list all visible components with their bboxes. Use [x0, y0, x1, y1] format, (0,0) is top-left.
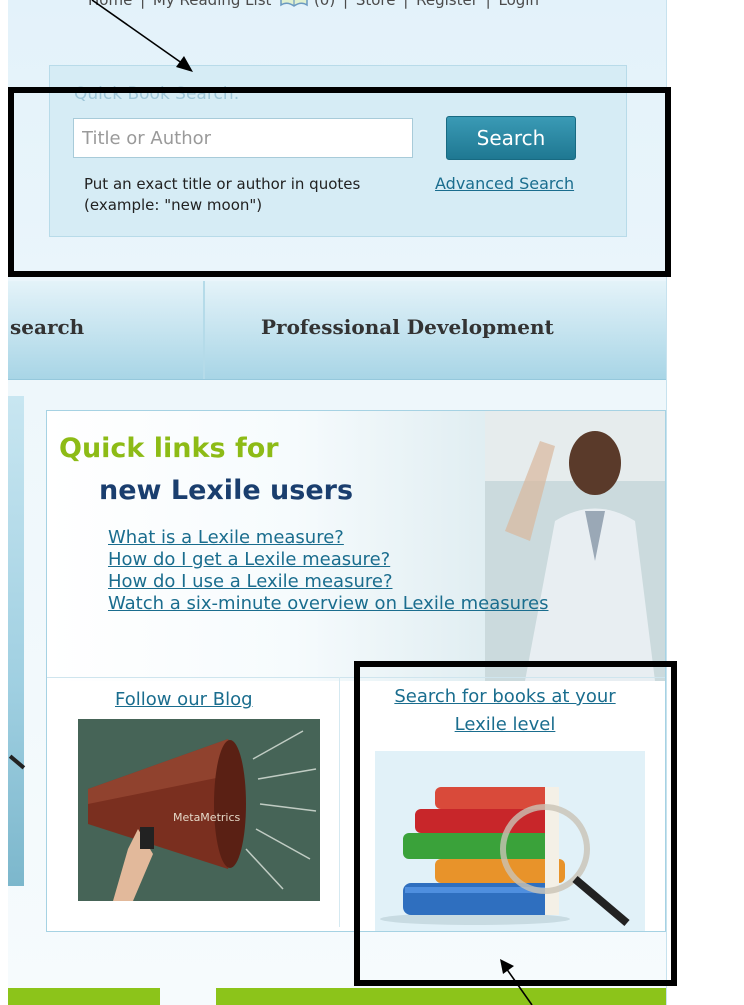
quick-links-title: Quick links for — [59, 433, 279, 464]
tab-research[interactable]: search — [10, 315, 84, 339]
megaphone-icon: MetaMetrics — [78, 719, 320, 901]
bottom-green-tab[interactable] — [216, 988, 666, 1005]
top-nav: Home | My Reading List (0) | Store | Reg… — [88, 0, 648, 13]
nav-separator: | — [140, 0, 146, 9]
nav-separator: | — [403, 0, 409, 9]
nav-reading-list-link[interactable]: My Reading List — [153, 0, 271, 9]
tab-bar: search Professional Development — [8, 281, 666, 380]
link-overview-video[interactable]: Watch a six-minute overview on Lexile me… — [108, 593, 549, 615]
nav-separator: | — [485, 0, 491, 9]
follow-blog-link[interactable]: Follow our Blog — [115, 689, 253, 710]
quick-links-subtitle: new Lexile users — [99, 475, 354, 506]
bottom-green-tab[interactable] — [8, 988, 160, 1005]
svg-text:MetaMetrics: MetaMetrics — [173, 811, 241, 824]
link-get-lexile[interactable]: How do I get a Lexile measure? — [108, 549, 549, 571]
nav-register-link[interactable]: Register — [416, 0, 478, 9]
left-panel-fragment — [8, 396, 24, 886]
annotation-box-books — [354, 661, 677, 986]
nav-home-link[interactable]: Home — [88, 0, 132, 9]
reading-list-count: (0) — [313, 0, 336, 9]
link-use-lexile[interactable]: How do I use a Lexile measure? — [108, 571, 549, 593]
annotation-box-search — [8, 87, 671, 277]
blog-megaphone-image[interactable]: MetaMetrics — [78, 719, 320, 901]
reading-list-icon[interactable] — [279, 0, 309, 7]
quick-links-list: What is a Lexile measure? How do I get a… — [108, 527, 549, 615]
tab-professional-development[interactable]: Professional Development — [261, 315, 554, 339]
tab-divider — [203, 281, 205, 379]
nav-separator: | — [342, 0, 349, 9]
nav-store-link[interactable]: Store — [356, 0, 396, 9]
quick-links-hero: Quick links for new Lexile users What is… — [47, 411, 665, 681]
nav-login-link[interactable]: Login — [499, 0, 539, 9]
link-what-is-lexile[interactable]: What is a Lexile measure? — [108, 527, 549, 549]
divider — [339, 677, 340, 927]
